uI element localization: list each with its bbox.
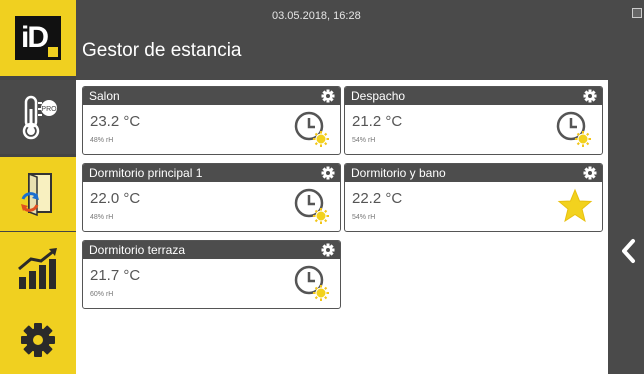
room-card-dormitorio-y-bano[interactable]: Dormitorio y bano 22.2 °C 54% rH [344,163,603,232]
sidebar-item-thermostat-pro[interactable]: PRO [0,80,76,154]
room-settings-gear-icon[interactable] [321,89,335,103]
room-humidity: 60% rH [90,291,114,298]
room-name: Salon [89,89,120,103]
room-settings-gear-icon[interactable] [583,166,597,180]
header: 03.05.2018, 16:28 Gestor de estancia [76,0,644,80]
gear-icon [21,323,55,357]
clock-sun-icon[interactable] [294,109,332,149]
room-name: Despacho [351,89,406,103]
room-temperature: 22.0 °C [90,190,141,207]
sidebar-item-windows[interactable] [0,157,76,231]
room-temperature: 23.2 °C [90,113,141,130]
room-card-dormitorio-principal-1[interactable]: Dormitorio principal 1 22.0 °C 48% rH [82,163,341,232]
sidebar-item-statistics[interactable] [0,232,76,306]
room-card-despacho[interactable]: Despacho 21.2 °C 54% rH [344,86,603,155]
pro-badge: PRO [41,106,57,113]
clock-sun-icon[interactable] [294,263,332,303]
room-temperature: 21.2 °C [352,113,403,130]
room-settings-gear-icon[interactable] [321,166,335,180]
room-humidity: 54% rH [352,137,376,144]
window-refresh-icon [21,172,52,217]
window-icon[interactable] [632,8,642,18]
datetime-label: 03.05.2018, 16:28 [272,10,361,22]
brand-logo: iD [0,0,76,76]
room-temperature: 22.2 °C [352,190,403,207]
right-panel-handle [608,80,644,374]
room-name: Dormitorio principal 1 [89,166,203,180]
room-humidity: 54% rH [352,214,376,221]
chevron-left-icon[interactable] [620,238,636,264]
clock-sun-icon[interactable] [556,109,594,149]
sidebar: iD PRO [0,0,76,374]
room-settings-gear-icon[interactable] [321,243,335,257]
room-card-dormitorio-terraza[interactable]: Dormitorio terraza 21.7 °C 60% rH [82,240,341,309]
room-humidity: 48% rH [90,137,114,144]
page-title: Gestor de estancia [82,40,242,61]
room-humidity: 48% rH [90,214,114,221]
bar-chart-trend-icon [18,248,57,289]
thermometer-pro-icon: PRO [22,95,57,140]
room-settings-gear-icon[interactable] [583,89,597,103]
room-name: Dormitorio terraza [89,243,186,257]
star-icon[interactable] [556,186,594,226]
room-name: Dormitorio y bano [351,166,446,180]
room-temperature: 21.7 °C [90,267,141,284]
sidebar-item-settings[interactable] [0,306,76,374]
clock-sun-icon[interactable] [294,186,332,226]
room-card-salon[interactable]: Salon 23.2 °C 48% rH [82,86,341,155]
room-grid: Salon 23.2 °C 48% rH Despacho 21.2 °C 54… [76,80,608,374]
